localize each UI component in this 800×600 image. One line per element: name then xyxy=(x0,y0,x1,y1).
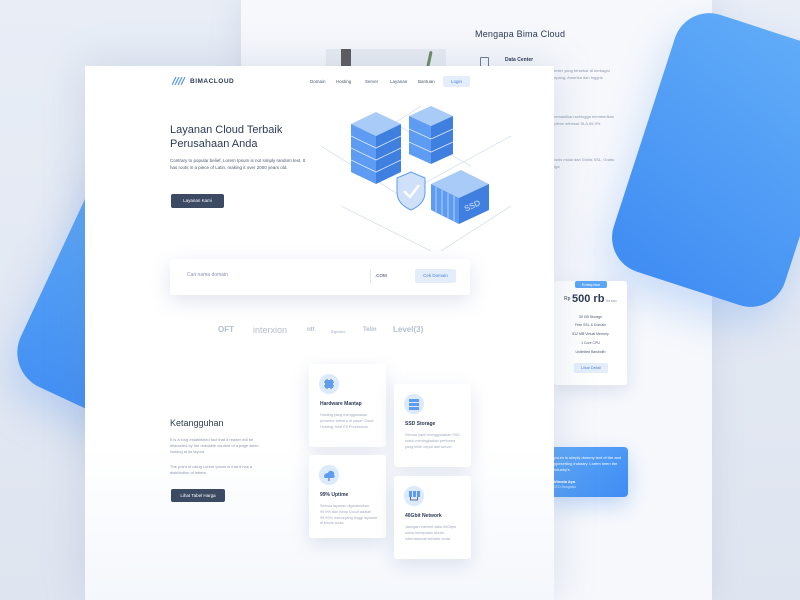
back-text-2: Jepang, Amerika dan Inggris xyxy=(552,75,603,80)
feature-title: 99% Uptime xyxy=(320,492,349,498)
hero-subtitle: Contrary to popular belief, Lorem Ipsum … xyxy=(170,158,306,170)
check-domain-button[interactable]: Cek Domain xyxy=(415,269,456,283)
chip-icon xyxy=(319,374,339,394)
nav-layanan[interactable]: Layanan xyxy=(390,79,407,84)
feature-desc: Jaringan internet data 40Gbps untuk kece… xyxy=(405,525,457,541)
tld-select[interactable]: .COM xyxy=(375,273,387,278)
price-feature: 512 MB Virtual Memory xyxy=(572,332,609,336)
shield-icon xyxy=(396,171,426,211)
testimonial-role: CEO Bangwbu xyxy=(553,485,577,489)
partner-logo: Equinix xyxy=(331,329,346,334)
ssd-block: SSD xyxy=(431,170,489,224)
feature-title: SSD Storage xyxy=(405,421,436,427)
nav-domain[interactable]: Domain xyxy=(310,79,326,84)
feature-desc: Semua layanan digaransikan 99,9% dan Bim… xyxy=(320,504,378,526)
server-stack-right xyxy=(408,106,454,164)
nav-hosting[interactable]: Hosting xyxy=(336,79,351,84)
see-detail-button[interactable]: Lihat Detail xyxy=(574,363,608,373)
storage-icon xyxy=(404,394,424,414)
feature-card: 40Gbit Network Jaringan internet data 40… xyxy=(394,476,471,559)
feature-desc: Hosting yang menggunakan prosesor terbar… xyxy=(320,413,374,429)
price-feature: Unlimited Bandwith xyxy=(575,350,606,354)
back-text-3: memastikan sehingga memberikan xyxy=(552,114,615,119)
price-feature: 30 GB Storage xyxy=(578,315,603,319)
server-illustration: SSD xyxy=(321,106,511,251)
view-price-table-button[interactable]: Lihat Tabel Harga xyxy=(171,489,225,502)
login-button[interactable]: Login xyxy=(443,76,470,87)
network-icon xyxy=(404,486,424,506)
back-text-5: bisnis mulai dari Gratis SSL, Gratis xyxy=(552,157,615,162)
why-title: Mengapa Bima Cloud xyxy=(475,29,566,39)
section-title: Ketangguhan xyxy=(170,418,224,428)
price-currency: Rp xyxy=(564,296,571,302)
domain-search-card: Cari nama domain .COM Cek Domain xyxy=(170,259,470,295)
price-feature: 1 Core CPU xyxy=(581,341,600,345)
partner-logo: Telin xyxy=(363,327,377,333)
feature-title: 40Gbit Network xyxy=(405,513,442,519)
bimacloud-logo-icon xyxy=(172,77,186,85)
feature-card: 99% Uptime Semua layanan digaransikan 99… xyxy=(309,455,386,538)
partner-logo: OFT xyxy=(218,325,234,334)
price-feature: Free SSL & Domain xyxy=(575,323,606,327)
back-text-6: Tiga xyxy=(552,164,560,169)
nav-bantuan[interactable]: Bantuan xyxy=(418,79,435,84)
pricing-card: Enterprise Rp 500 rb /bulan 30 GB Storag… xyxy=(554,281,627,385)
back-text-1: center yang tersebar di berbagai xyxy=(552,68,610,73)
partner-logo: ntt xyxy=(307,327,315,333)
back-text-4: uptime sebesar SLA 99,9% xyxy=(552,121,601,126)
partner-logo: Level(3) xyxy=(393,325,424,334)
price-amount: 500 rb xyxy=(572,293,605,305)
feature-card: Hardware Mantap Hosting yang menggunakan… xyxy=(309,364,386,447)
section-text: It is a long established fact that a rea… xyxy=(170,437,259,454)
search-divider xyxy=(370,270,371,283)
section-text: The point of using Lorem Ipsum is that i… xyxy=(170,464,253,475)
partner-logo: interxion xyxy=(253,325,288,335)
nav-server[interactable]: Server xyxy=(365,79,378,84)
brand-name: BIMACLOUD xyxy=(190,78,235,85)
feature-card: SSD Storage Semua kami menggunakan SSD u… xyxy=(394,384,471,467)
testimonial-text: Ipsum is simply dummy text of the and ty… xyxy=(553,455,622,472)
domain-search-input[interactable]: Cari nama domain xyxy=(187,272,228,278)
price-period: /bulan xyxy=(606,298,617,303)
our-services-button[interactable]: Layanan Kami xyxy=(171,194,224,208)
data-center-label: Data Center xyxy=(505,57,534,63)
feature-title: Hardware Mantap xyxy=(320,401,362,407)
cloud-uptime-icon xyxy=(319,465,339,485)
testimonial-name: Wimala Aya xyxy=(553,479,576,484)
plan-badge: Enterprise xyxy=(575,281,607,288)
main-page: BIMACLOUD Domain Hosting Server Layanan … xyxy=(85,66,554,600)
hero-title: Layanan Cloud Terbaik Perusahaan Anda xyxy=(170,124,283,150)
server-stack-left xyxy=(350,112,402,184)
testimonial-card: Ipsum is simply dummy text of the and ty… xyxy=(549,447,628,497)
feature-desc: Semua kami menggunakan SSD untuk meningk… xyxy=(405,433,461,449)
